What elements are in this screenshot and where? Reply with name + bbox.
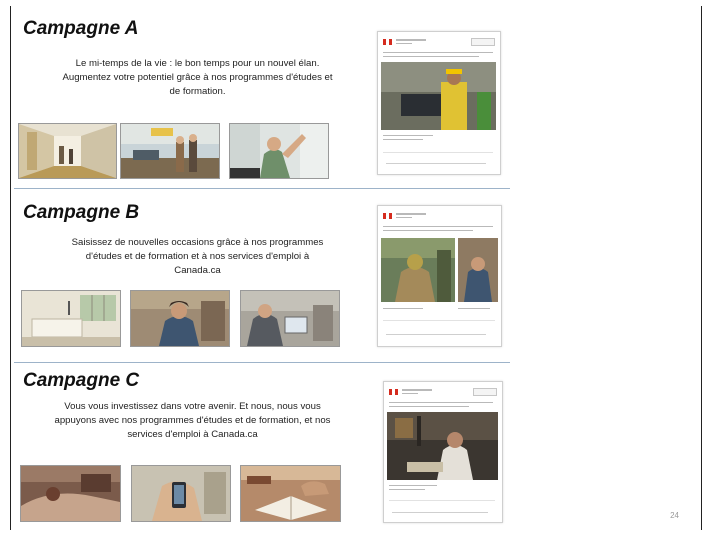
campaign-c-desc-line-1: Vous vous investissez dans votre avenir.… — [64, 401, 321, 412]
campaign-c-title: Campagne C — [23, 370, 140, 391]
campaign-a-desc-line-3: de formation. — [169, 86, 226, 97]
campaign-c-desc-line-3: services d'emploi à Canada.ca — [127, 429, 258, 440]
storyboard-b-reception-image — [21, 290, 121, 347]
storyboard-b-woman-image — [130, 290, 230, 347]
page-number: 24 — [670, 511, 679, 520]
campaign-b-description: Saisissez de nouvelles occasions grâce à… — [25, 236, 370, 278]
storyboard-c-books-image — [240, 465, 341, 522]
campaign-b-desc-line-3: Canada.ca — [174, 265, 221, 276]
facebook-ad-mockup-b — [377, 205, 502, 347]
facebook-ad-mockup-c — [383, 381, 503, 523]
campaign-b-desc-line-2: d'études et de formation et à nos servic… — [85, 251, 310, 262]
campaign-b-desc-line-1: Saisissez de nouvelles occasions grâce à… — [71, 237, 324, 248]
storyboard-c-bed-image — [20, 465, 121, 522]
section-divider-1 — [14, 188, 510, 189]
storyboard-b-tablet-image — [240, 290, 340, 347]
storyboard-c-phone-image — [131, 465, 231, 522]
campaign-b-title: Campagne B — [23, 202, 140, 223]
facebook-ad-mockup-a — [377, 31, 501, 175]
storyboard-a-hallway-image — [18, 123, 117, 179]
campaign-a-desc-line-2: Augmentez votre potentiel grâce à nos pr… — [62, 72, 333, 83]
campaign-a-desc-line-1: Le mi-temps de la vie : le bon temps pou… — [75, 58, 320, 69]
campaign-a-title: Campagne A — [23, 18, 139, 39]
campaign-a-description: Le mi-temps de la vie : le bon temps pou… — [25, 57, 370, 99]
campaign-c-desc-line-2: appuyons avec nos programmes d'études et… — [54, 415, 331, 426]
storyboard-a-presenter-image — [229, 123, 329, 179]
campaign-c-description: Vous vous investissez dans votre avenir.… — [20, 400, 365, 442]
storyboard-a-office-image — [120, 123, 220, 179]
section-divider-2 — [14, 362, 510, 363]
